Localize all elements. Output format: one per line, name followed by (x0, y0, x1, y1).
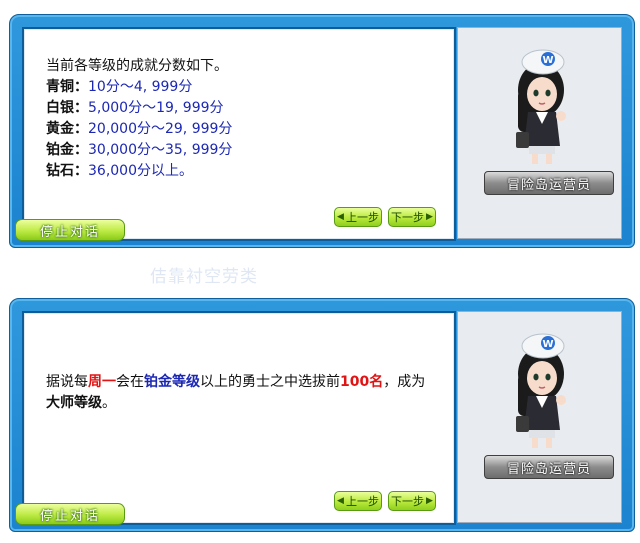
svg-text:W: W (542, 55, 553, 66)
next-button-label: 下一步 (391, 211, 425, 224)
dialog-message: 当前各等级的成就分数如下。 青铜：10分～4, 999分 白银：5,000分～1… (46, 56, 232, 182)
prev-button[interactable]: ◀ 上一步 (334, 491, 382, 511)
intro-line: 当前各等级的成就分数如下。 (46, 58, 228, 74)
npc-nameplate: 冒险岛运营员 (484, 171, 614, 195)
tier-row-silver: 白银：5,000分～19, 999分 (46, 98, 232, 119)
end-chat-button[interactable]: 停止对话 (15, 503, 125, 525)
tier-row-gold: 黄金：20,000分～29, 999分 (46, 119, 232, 140)
highlight-count: 100名 (340, 374, 384, 390)
arrow-right-icon: ▶ (426, 212, 433, 222)
prev-button[interactable]: ◀ 上一步 (334, 207, 382, 227)
text-segment: 据说每 (46, 374, 88, 390)
npc-portrait-panel: W 冒险岛运营员 (457, 27, 622, 239)
npc-dialog-1: 当前各等级的成就分数如下。 青铜：10分～4, 999分 白银：5,000分～1… (9, 14, 635, 248)
npc-dialog-2: 据说每周一会在铂金等级以上的勇士之中选拔前100名，成为 大师等级。 ◀ 上一步 … (9, 298, 635, 532)
npc-operator-portrait: W (516, 333, 566, 448)
prev-button-label: 上一步 (345, 211, 379, 224)
next-button[interactable]: 下一步 ▶ (388, 207, 436, 227)
dialog-message: 据说每周一会在铂金等级以上的勇士之中选拔前100名，成为 大师等级。 (46, 372, 425, 414)
tier-range: 10分～4, 999分 (88, 79, 193, 95)
dialog-text-panel: 当前各等级的成就分数如下。 青铜：10分～4, 999分 白银：5,000分～1… (22, 27, 456, 241)
next-button-label: 下一步 (391, 495, 425, 508)
arrow-left-icon: ◀ (337, 496, 344, 506)
next-button[interactable]: 下一步 ▶ (388, 491, 436, 511)
highlight-day: 周一 (88, 374, 116, 390)
npc-nameplate: 冒险岛运营员 (484, 455, 614, 479)
tier-row-diamond: 钻石：36,000分以上。 (46, 161, 232, 182)
text-segment: 会在 (116, 374, 144, 390)
tier-row-bronze: 青铜：10分～4, 999分 (46, 77, 232, 98)
text-segment: 。 (102, 395, 116, 411)
highlight-tier: 铂金等级 (144, 374, 200, 390)
svg-text:W: W (542, 339, 553, 350)
tier-range: 20,000分～29, 999分 (88, 121, 233, 137)
highlight-master-tier: 大师等级 (46, 395, 102, 411)
text-segment: 以上的勇士之中选拔前 (200, 374, 340, 390)
tier-range: 5,000分～19, 999分 (88, 100, 224, 116)
end-chat-button[interactable]: 停止对话 (15, 219, 125, 241)
tier-name: 铂金： (46, 142, 88, 158)
arrow-left-icon: ◀ (337, 212, 344, 222)
message-line-1: 据说每周一会在铂金等级以上的勇士之中选拔前100名，成为 (46, 372, 425, 393)
npc-portrait-panel: W 冒险岛运营员 (457, 311, 622, 523)
tier-name: 青铜： (46, 79, 88, 95)
tier-name: 白银： (46, 100, 88, 116)
text-segment: ，成为 (383, 374, 426, 390)
tier-range: 30,000分～35, 999分 (88, 142, 233, 158)
tier-range: 36,000分以上。 (88, 163, 193, 179)
tier-name: 黄金： (46, 121, 88, 137)
background-watermark-text: 佶靠衬空劳类 (150, 267, 258, 287)
message-line-2: 大师等级。 (46, 393, 425, 414)
tier-row-platinum: 铂金：30,000分～35, 999分 (46, 140, 232, 161)
npc-operator-portrait: W (516, 49, 566, 164)
arrow-right-icon: ▶ (426, 496, 433, 506)
prev-button-label: 上一步 (345, 495, 379, 508)
dialog-text-panel: 据说每周一会在铂金等级以上的勇士之中选拔前100名，成为 大师等级。 ◀ 上一步 … (22, 311, 456, 525)
tier-name: 钻石： (46, 163, 88, 179)
